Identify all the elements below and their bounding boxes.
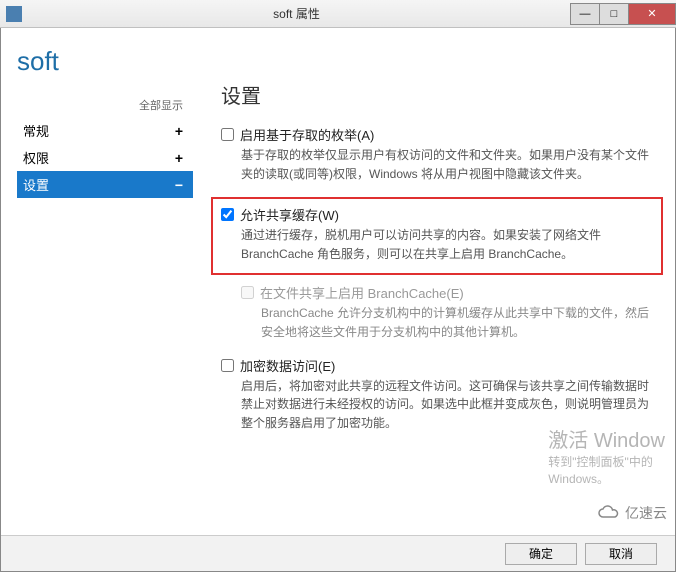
option-allow-caching: 允许共享缓存(W) 通过进行缓存，脱机用户可以访问共享的内容。如果安装了网络文件… bbox=[221, 205, 653, 263]
option-row[interactable]: 允许共享缓存(W) bbox=[221, 205, 645, 224]
minimize-button[interactable]: — bbox=[570, 3, 600, 25]
checkbox-encrypt[interactable] bbox=[221, 359, 234, 372]
option-desc: 通过进行缓存，脱机用户可以访问共享的内容。如果安装了网络文件 BranchCac… bbox=[241, 226, 645, 263]
checkbox-allow-caching[interactable] bbox=[221, 208, 234, 221]
checkbox-access-enum[interactable] bbox=[221, 128, 234, 141]
checkbox-branchcache bbox=[241, 286, 254, 299]
window-title: soft 属性 bbox=[22, 5, 571, 22]
sidebar-item-label: 设置 bbox=[23, 175, 49, 194]
show-all-link[interactable]: 全部显示 bbox=[17, 97, 193, 113]
sidebar-item-permissions[interactable]: 权限 + bbox=[17, 144, 193, 171]
main-area: soft 全部显示 常规 + 权限 + 设置 − 设置 启用基于存取的枚举(A) bbox=[1, 28, 675, 535]
panel-heading: 设置 bbox=[221, 80, 663, 109]
option-label: 允许共享缓存(W) bbox=[240, 205, 339, 224]
sidebar-item-label: 权限 bbox=[23, 148, 49, 167]
window-controls: — □ ✕ bbox=[571, 3, 676, 25]
watermark-sub1: 转到"控制面板"中的 bbox=[548, 453, 665, 470]
option-branchcache: 在文件共享上启用 BranchCache(E) BranchCache 允许分支… bbox=[241, 283, 663, 341]
page-title: soft bbox=[17, 46, 193, 77]
collapse-icon: − bbox=[175, 177, 183, 193]
logo-badge: 亿速云 bbox=[597, 503, 667, 523]
titlebar: soft 属性 — □ ✕ bbox=[0, 0, 676, 28]
expand-icon: + bbox=[175, 123, 183, 139]
cancel-button[interactable]: 取消 bbox=[585, 543, 657, 565]
option-label: 加密数据访问(E) bbox=[240, 356, 335, 375]
watermark-sub2: Windows。 bbox=[548, 470, 665, 487]
ok-button[interactable]: 确定 bbox=[505, 543, 577, 565]
option-desc: BranchCache 允许分支机构中的计算机缓存从此共享中下载的文件，然后安全… bbox=[261, 304, 655, 341]
option-label: 启用基于存取的枚举(A) bbox=[240, 125, 374, 144]
option-desc: 基于存取的枚举仅显示用户有权访问的文件和文件夹。如果用户没有某个文件夹的读取(或… bbox=[241, 146, 655, 183]
option-row[interactable]: 启用基于存取的枚举(A) bbox=[221, 125, 655, 144]
logo-text: 亿速云 bbox=[625, 503, 667, 523]
option-label: 在文件共享上启用 BranchCache(E) bbox=[260, 283, 464, 302]
watermark-title: 激活 Window bbox=[548, 424, 665, 453]
highlight-box: 允许共享缓存(W) 通过进行缓存，脱机用户可以访问共享的内容。如果安装了网络文件… bbox=[211, 197, 663, 275]
option-access-based-enum: 启用基于存取的枚举(A) 基于存取的枚举仅显示用户有权访问的文件和文件夹。如果用… bbox=[221, 125, 663, 183]
option-row: 在文件共享上启用 BranchCache(E) bbox=[241, 283, 655, 302]
sidebar-item-general[interactable]: 常规 + bbox=[17, 117, 193, 144]
activation-watermark: 激活 Window 转到"控制面板"中的 Windows。 bbox=[548, 424, 665, 487]
close-button[interactable]: ✕ bbox=[628, 3, 676, 25]
app-icon bbox=[6, 6, 22, 22]
cloud-icon bbox=[597, 505, 621, 521]
button-bar: 确定 取消 bbox=[1, 535, 675, 571]
sidebar-item-settings[interactable]: 设置 − bbox=[17, 171, 193, 198]
maximize-button[interactable]: □ bbox=[599, 3, 629, 25]
sidebar-item-label: 常规 bbox=[23, 121, 49, 140]
option-row[interactable]: 加密数据访问(E) bbox=[221, 356, 655, 375]
sidebar: soft 全部显示 常规 + 权限 + 设置 − bbox=[1, 40, 193, 535]
option-encrypt-data: 加密数据访问(E) 启用后，将加密对此共享的远程文件访问。这可确保与该共享之间传… bbox=[221, 356, 663, 433]
expand-icon: + bbox=[175, 150, 183, 166]
dialog-content: soft 全部显示 常规 + 权限 + 设置 − 设置 启用基于存取的枚举(A) bbox=[0, 28, 676, 572]
